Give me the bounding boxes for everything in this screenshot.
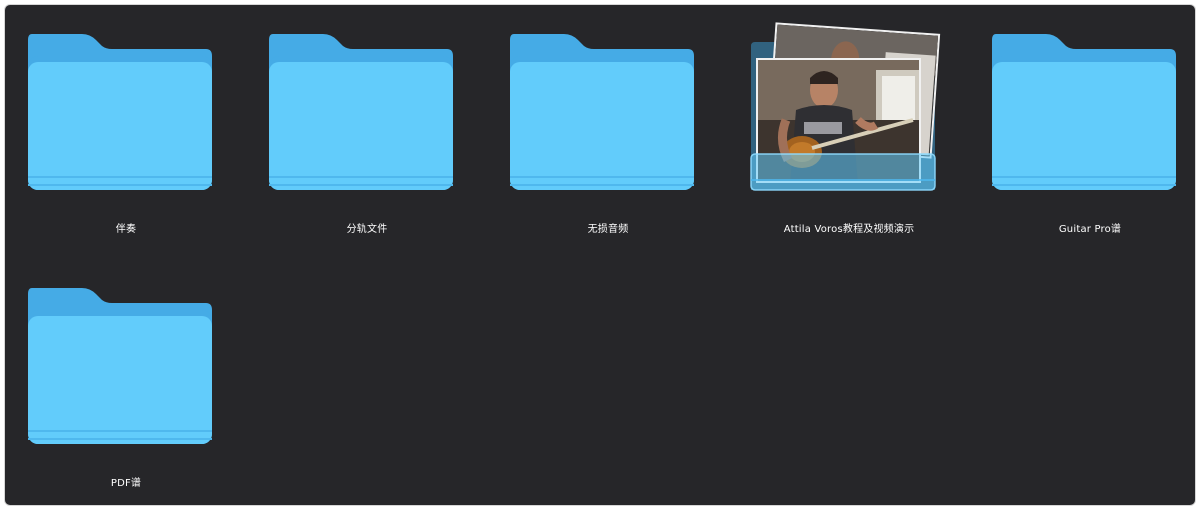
folder-icon — [990, 34, 1178, 192]
folder-item[interactable]: PDF谱 — [6, 260, 246, 500]
folder-item[interactable]: 无损音频 — [488, 6, 728, 246]
folder-label: 伴奏 — [115, 224, 137, 235]
preview-photo — [756, 58, 921, 183]
folder-icon — [26, 288, 214, 446]
folder-label: Attila Voros教程及视频演示 — [783, 224, 915, 235]
finder-window: 伴奏 分轨文件 无损音频 Attila Voros教程及视频演示 Guitar … — [5, 5, 1195, 505]
folder-item[interactable]: 分轨文件 — [247, 6, 487, 246]
folder-icon — [26, 34, 214, 192]
folder-label: Guitar Pro谱 — [1058, 224, 1122, 235]
folder-icon — [508, 34, 696, 192]
folder-label: 分轨文件 — [346, 224, 388, 235]
folder-label: PDF谱 — [110, 478, 142, 489]
folder-item[interactable]: Guitar Pro谱 — [970, 6, 1195, 246]
folder-preview-icon — [749, 22, 941, 192]
folder-label: 无损音频 — [587, 224, 629, 235]
folder-item[interactable]: Attila Voros教程及视频演示 — [729, 6, 969, 246]
folder-item[interactable]: 伴奏 — [6, 6, 246, 246]
folder-icon — [267, 34, 455, 192]
